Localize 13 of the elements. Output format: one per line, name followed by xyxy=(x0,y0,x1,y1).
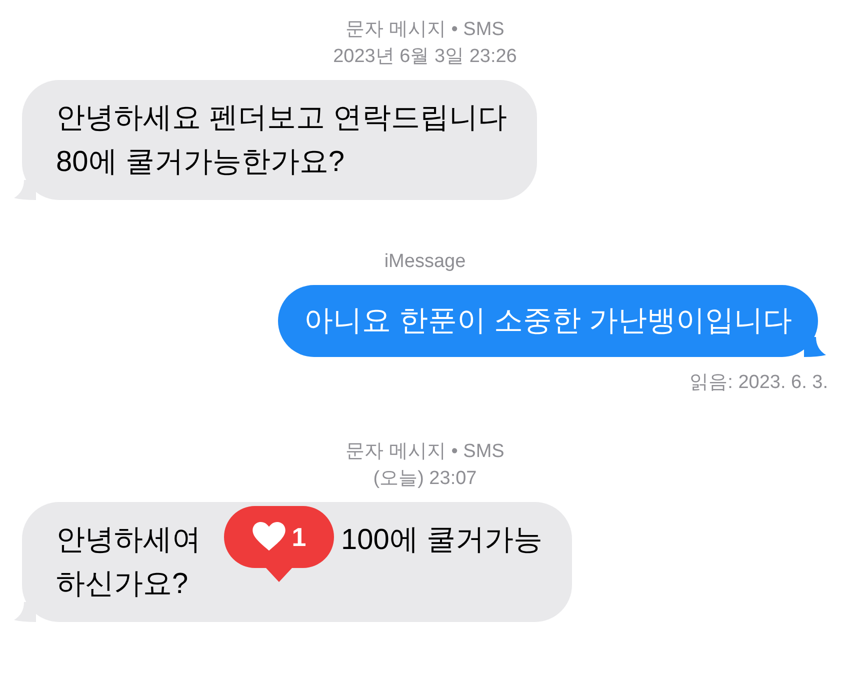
service-label: 문자 메시지 • SMS xyxy=(346,18,504,42)
message-text: 하신가요? xyxy=(56,567,188,602)
message-text: 안녕하세여 xyxy=(56,523,201,558)
reaction-count: 1 xyxy=(292,524,306,550)
message-text: 안녕하세요 펜더보고 연락드립니다 80에 쿨거가능한가요? xyxy=(56,101,508,180)
message-text: 100에 쿨거가능 xyxy=(341,523,542,558)
message-text: 아니요 한푼이 소중한 가난뱅이입니다 xyxy=(304,304,792,339)
heart-icon xyxy=(252,522,286,552)
service-label: 문자 메시지 • SMS xyxy=(346,440,504,464)
timestamp: 2023년 6월 3일 23:26 xyxy=(333,45,517,69)
timestamp: (오늘) 23:07 xyxy=(373,467,477,491)
read-receipt: 읽음: 2023. 6. 3. xyxy=(690,371,828,395)
service-label: iMessage xyxy=(384,250,466,274)
